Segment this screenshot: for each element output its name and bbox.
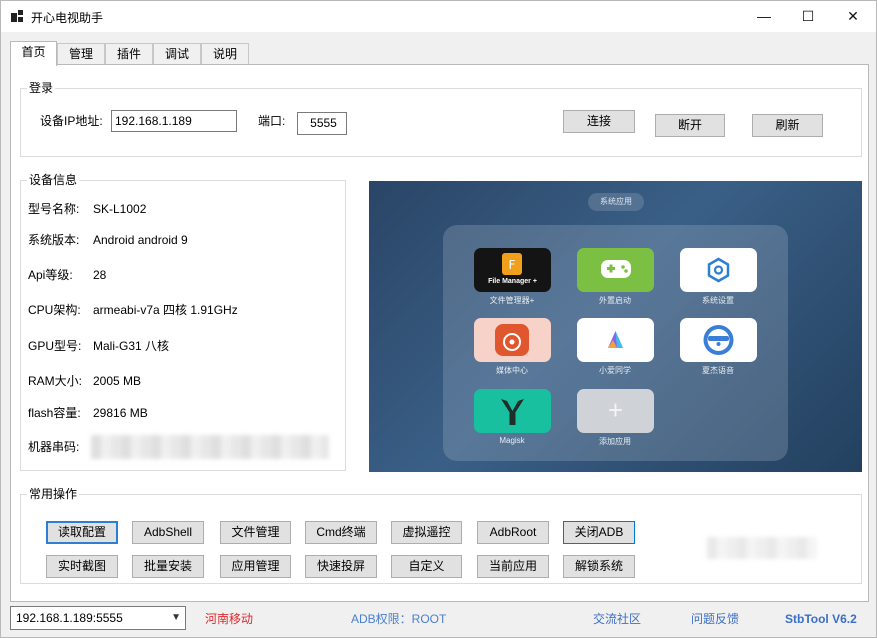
gamepad-icon [601,260,631,278]
device-screenshot: 系统应用 F File Manager + 文件管理器+ 外置启动 系统设置 媒… [369,181,862,472]
media-center-icon [495,324,529,356]
status-bar: 192.168.1.189:5555 ▼ 河南移动 ADB权限：ROOT 交流社… [1,602,876,638]
common-ops-label: 常用操作 [27,487,80,501]
unlock-system-button[interactable]: 解锁系统 [563,555,635,578]
current-app-button[interactable]: 当前应用 [477,555,549,578]
ip-label: 设备IP地址: [40,114,103,128]
app-manage-button[interactable]: 应用管理 [220,555,291,578]
port-label: 端口: [258,114,286,128]
connect-button[interactable]: 连接 [563,110,635,133]
gpu-value: Mali-G31 八核 [93,339,170,353]
disconnect-button[interactable]: 断开 [655,114,725,137]
feedback-link[interactable]: 问题反馈 [691,612,739,626]
tab-plugins[interactable]: 插件 [105,43,153,65]
file-manager-tile: F File Manager + [474,248,551,292]
app-name-launcher: 外置启动 [599,296,631,305]
api-level-value: 28 [93,268,107,282]
adbroot-button[interactable]: AdbRoot [477,521,549,544]
model-value: SK-L1002 [93,202,147,216]
app-icon [11,10,23,22]
api-level-label: Api等级: [28,268,73,282]
device-info-label: 设备信息 [27,173,80,187]
xiaoai-tile [577,318,654,362]
carrier-label: 河南移动 [205,612,254,626]
maximize-icon: ☐ [801,8,815,24]
adb-permission-label: ADB权限：ROOT [351,612,447,626]
xiaoai-icon [608,331,623,348]
voice-assistant-icon [703,325,734,355]
minimize-button[interactable]: — [741,1,787,32]
close-adb-button[interactable]: 关闭ADB [563,521,635,544]
port-input[interactable]: 5555 [297,112,347,135]
read-config-button[interactable]: 读取配置 [46,521,118,544]
redacted-area [707,537,817,559]
media-center-tile [474,318,551,362]
close-button[interactable]: ✕ [830,1,876,32]
add-icon: + [607,395,624,425]
cpu-label: CPU架构: [28,303,81,317]
cmd-terminal-button[interactable]: Cmd终端 [305,521,377,544]
add-app-tile: + [577,389,654,433]
screenshot-header: 系统应用 [588,193,644,211]
tab-home[interactable]: 首页 [10,41,57,66]
batch-install-button[interactable]: 批量安装 [132,555,204,578]
version-label: StbTool V6.2 [785,612,857,626]
app-name-media-center: 媒体中心 [496,366,528,375]
ip-input[interactable]: 192.168.1.189 [111,110,237,132]
maximize-button[interactable]: ☐ [785,1,831,32]
launcher-tile [577,248,654,292]
window-title: 开心电视助手 [31,11,104,25]
main-window: 开心电视助手 — ☐ ✕ 首页 管理 插件 调试 说明 登录 设备IP地址: 1… [0,0,877,638]
app-name-xiaoai: 小爱同学 [599,366,631,375]
os-version-value: Android android 9 [93,233,188,247]
community-link[interactable]: 交流社区 [593,612,641,626]
login-group-label: 登录 [27,81,56,95]
screenshot-button[interactable]: 实时截图 [46,555,118,578]
serial-label: 机器串码: [28,440,80,454]
model-label: 型号名称: [28,202,80,216]
app-name-magisk: Magisk [499,436,525,445]
minimize-icon: — [757,8,771,24]
tab-manage[interactable]: 管理 [57,43,105,65]
gpu-label: GPU型号: [28,339,82,353]
quick-cast-button[interactable]: 快速投屏 [305,555,377,578]
close-icon: ✕ [847,8,859,24]
adbshell-button[interactable]: AdbShell [132,521,204,544]
refresh-button[interactable]: 刷新 [752,114,823,137]
flash-label: flash容量: [28,406,81,420]
svg-text:F: F [509,258,516,272]
cpu-value: armeabi-v7a 四核 1.91GHz [93,303,238,317]
file-manager-icon: F [502,253,522,275]
file-manage-button[interactable]: 文件管理 [220,521,291,544]
settings-tile [680,248,757,292]
device-select[interactable]: 192.168.1.189:5555 ▼ [10,606,186,630]
app-name-add: 添加应用 [599,437,631,446]
home-panel: 登录 设备IP地址: 192.168.1.189 端口: 5555 连接 断开 … [10,64,869,602]
common-ops-group: 常用操作 读取配置 AdbShell 文件管理 Cmd终端 虚拟遥控 AdbRo… [20,487,862,584]
os-version-label: 系统版本: [28,233,80,247]
ram-value: 2005 MB [93,374,142,388]
magisk-icon [501,399,524,425]
file-manager-tile-text: File Manager + [488,278,537,285]
settings-icon [707,257,730,283]
serial-value-redacted [91,435,329,459]
device-info-group: 设备信息 型号名称: SK-L1002 系统版本: Android androi… [20,173,346,471]
magisk-tile [474,389,551,433]
chevron-down-icon: ▼ [171,612,181,623]
app-name-voice: 夏杰语音 [702,366,734,375]
flash-value: 29816 MB [93,406,148,420]
voice-tile [680,318,757,362]
tab-help[interactable]: 说明 [201,43,249,65]
login-group: 登录 设备IP地址: 192.168.1.189 端口: 5555 连接 断开 … [20,81,862,157]
virtual-remote-button[interactable]: 虚拟遥控 [391,521,462,544]
app-name-file-manager: 文件管理器+ [489,296,535,305]
custom-button[interactable]: 自定义 [391,555,462,578]
title-bar: 开心电视助手 — ☐ ✕ [1,1,876,32]
tab-debug[interactable]: 调试 [153,43,201,65]
device-select-value: 192.168.1.189:5555 [16,611,123,625]
ram-label: RAM大小: [28,374,83,388]
app-name-settings: 系统设置 [702,296,734,305]
